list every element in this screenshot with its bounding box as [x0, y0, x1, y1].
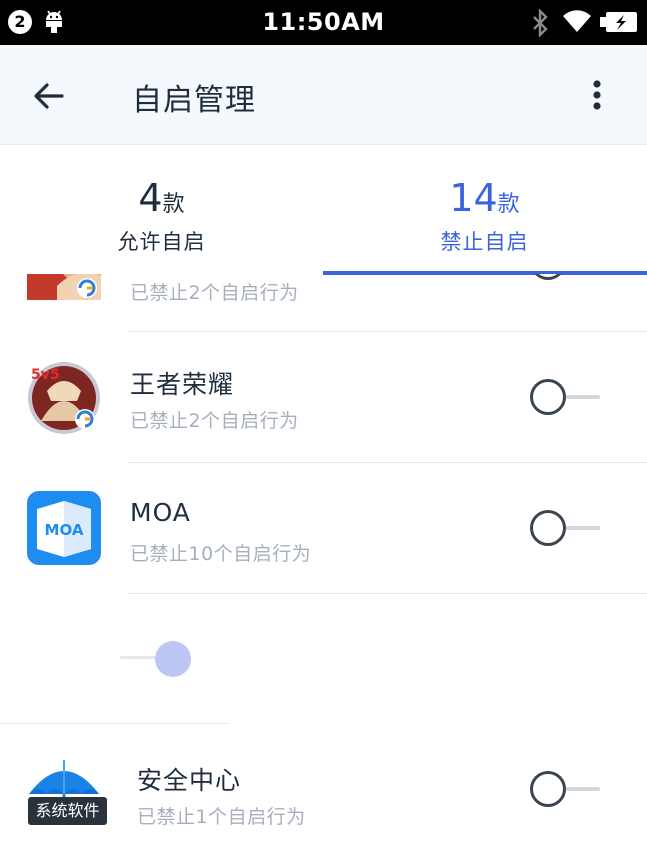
tab-count-unit: 款: [162, 192, 185, 217]
app-name: MOA: [130, 498, 191, 527]
arrow-left-icon[interactable]: [28, 75, 70, 117]
toggle-knob: [155, 641, 191, 677]
tab-count: 14款: [323, 176, 646, 220]
app-subtitle: 已禁止2个自启行为: [130, 282, 299, 304]
game-app-icon: [27, 274, 101, 300]
app-subtitle: 已禁止10个自启行为: [130, 543, 312, 565]
list-item[interactable]: MOA MOA 已禁止10个自启行为: [0, 462, 647, 594]
tab-count: 4款: [0, 176, 323, 220]
tab-allowed[interactable]: 4款 允许自启: [0, 146, 323, 274]
tab-forbidden[interactable]: 14款 禁止自启: [323, 146, 646, 274]
tab-count-unit: 款: [497, 192, 520, 217]
app-subtitle: 已禁止1个自启行为: [137, 806, 306, 828]
toggle-knob: [530, 379, 566, 415]
bluetooth-icon: [533, 9, 548, 37]
page-title: 自启管理: [132, 83, 256, 118]
wifi-icon: [563, 10, 591, 32]
battery-charging-icon: [600, 12, 637, 32]
moa-app-icon: MOA: [27, 491, 101, 565]
autostart-toggle[interactable]: [530, 510, 602, 546]
swipe-placeholder-row: [0, 594, 647, 724]
toggle-knob: [530, 510, 566, 546]
game-app-icon: 5v5: [28, 362, 100, 434]
list-item[interactable]: 安全中心 已禁止1个自启行为: [0, 724, 647, 844]
app-name: 王者荣耀: [130, 370, 235, 399]
autostart-toggle[interactable]: [530, 379, 602, 415]
app-list[interactable]: 已禁止2个自启行为 5v5 王者荣耀 已禁止2个自启行为 MOA MOA 已禁止…: [0, 274, 647, 844]
list-item[interactable]: 5v5 王者荣耀 已禁止2个自启行为: [0, 331, 647, 463]
more-vertical-icon[interactable]: [580, 73, 614, 117]
toggle-knob: [530, 771, 566, 807]
tab-label: 禁止自启: [440, 230, 529, 254]
tab-count-number: 4: [138, 176, 163, 220]
app-name: 安全中心: [137, 766, 242, 795]
system-software-badge: 系统软件: [28, 797, 107, 825]
svg-text:MOA: MOA: [45, 521, 84, 539]
autostart-toggle[interactable]: [530, 274, 602, 280]
toggle-knob: [530, 274, 566, 280]
autostart-toggle[interactable]: [530, 771, 602, 807]
app-bar: 自启管理: [0, 45, 647, 145]
tab-label: 允许自启: [117, 230, 206, 254]
status-bar: 2 11:50AM: [0, 0, 647, 45]
svg-text:5v5: 5v5: [31, 367, 60, 383]
list-item[interactable]: 已禁止2个自启行为: [0, 274, 647, 332]
tab-count-number: 14: [449, 176, 498, 220]
tab-bar: 4款 允许自启 14款 禁止自启: [0, 146, 647, 275]
app-subtitle: 已禁止2个自启行为: [130, 410, 299, 432]
